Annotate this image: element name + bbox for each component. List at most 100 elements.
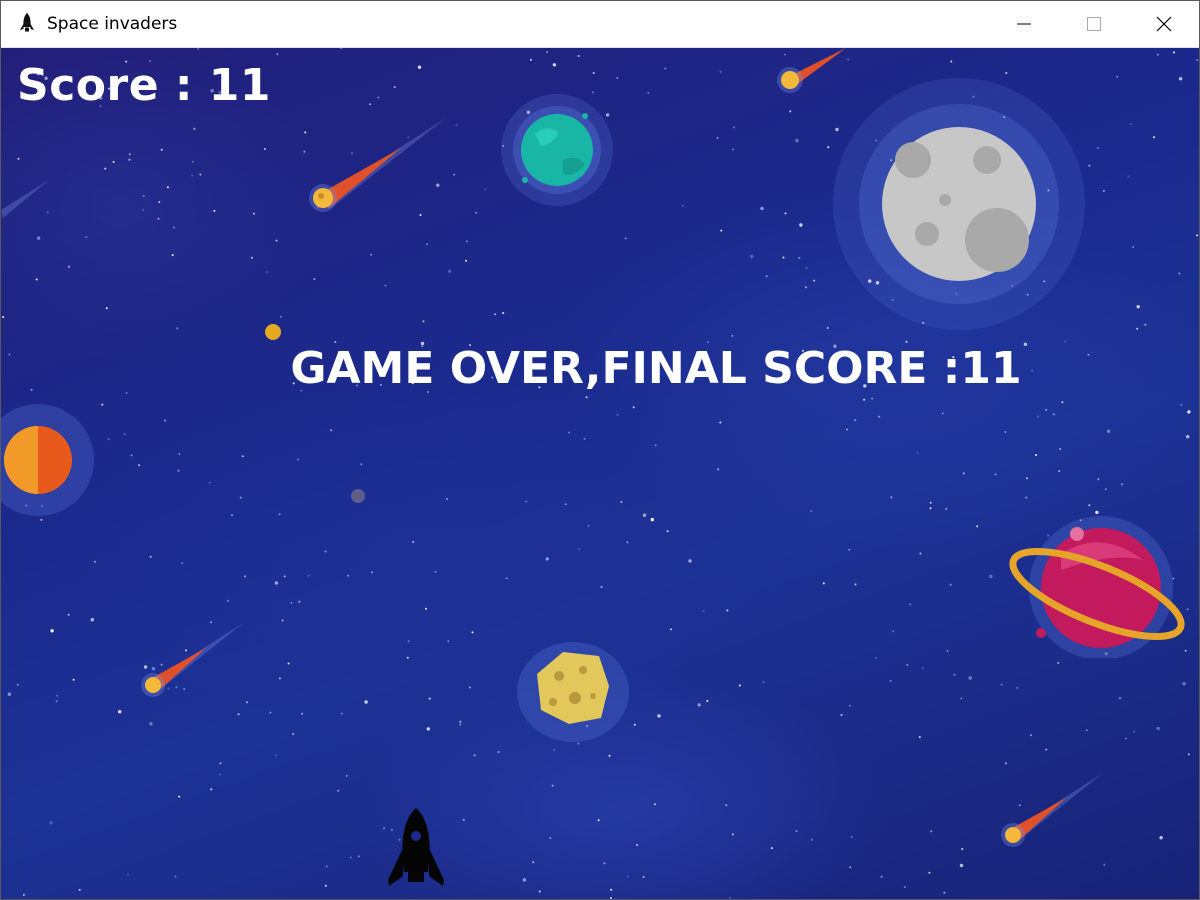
star [1196, 59, 1199, 62]
star [237, 713, 240, 716]
moon [833, 78, 1085, 330]
star [626, 875, 629, 878]
star [1127, 175, 1130, 178]
game-window: Space invaders Score: 11 GAME OVER,FINA… [0, 0, 1200, 900]
star [706, 700, 709, 702]
star [949, 583, 952, 586]
star [465, 259, 467, 262]
star [726, 609, 729, 612]
star [193, 127, 196, 130]
star [417, 65, 422, 69]
star [903, 886, 906, 889]
star [446, 498, 448, 500]
star [585, 396, 588, 399]
star [377, 96, 380, 99]
star [191, 160, 194, 163]
star [422, 320, 425, 323]
star [608, 754, 611, 757]
star [101, 403, 104, 406]
star [733, 126, 735, 129]
star [275, 754, 278, 757]
star [553, 748, 556, 751]
star [369, 103, 372, 106]
star [840, 714, 843, 717]
orange-planet [1, 404, 94, 516]
star [325, 865, 328, 868]
star [301, 712, 304, 715]
star [1026, 477, 1029, 480]
star [731, 334, 734, 337]
star [762, 681, 765, 684]
star [1045, 408, 1048, 411]
star [943, 891, 946, 894]
star [929, 501, 932, 504]
star [465, 240, 468, 243]
star [592, 72, 595, 74]
star [906, 663, 909, 666]
star [636, 844, 639, 846]
star [1035, 454, 1038, 457]
star [922, 667, 924, 670]
star [626, 541, 629, 544]
star [760, 206, 764, 211]
star [946, 650, 949, 652]
star [1186, 435, 1190, 439]
star [239, 496, 242, 499]
star [123, 433, 126, 436]
star [545, 557, 549, 561]
close-button[interactable] [1129, 1, 1199, 47]
star [597, 819, 600, 822]
star [552, 63, 557, 67]
star [7, 692, 12, 696]
star [804, 286, 807, 289]
star [276, 53, 279, 56]
star [950, 60, 953, 63]
minimize-button[interactable] [989, 1, 1059, 47]
star [347, 574, 350, 577]
rocket-ship[interactable] [386, 806, 446, 888]
game-canvas[interactable]: Score : 11 GAME OVER,FINAL SCORE :11 [1, 48, 1199, 899]
star [1004, 431, 1007, 433]
star [664, 67, 667, 70]
star [174, 875, 177, 878]
title-bar[interactable]: Space invaders [1, 1, 1199, 48]
star [104, 167, 107, 170]
star [1005, 72, 1008, 74]
star [279, 315, 282, 318]
star [810, 838, 813, 841]
star [784, 212, 787, 215]
star [494, 313, 497, 316]
star [609, 897, 612, 899]
star [35, 278, 38, 281]
asteroid [517, 642, 629, 742]
star [1156, 726, 1160, 731]
star [716, 136, 719, 139]
star [471, 631, 474, 634]
star [1088, 504, 1091, 507]
star [50, 629, 54, 633]
star [67, 613, 70, 616]
star [22, 893, 25, 896]
star [406, 656, 409, 659]
star [1136, 305, 1140, 309]
star [1061, 401, 1064, 404]
star [919, 552, 922, 555]
star [197, 48, 200, 50]
star [1025, 496, 1028, 499]
star [568, 431, 571, 434]
star [142, 195, 145, 198]
star [1136, 327, 1139, 330]
star [1178, 272, 1181, 275]
yellow-dot [265, 324, 281, 340]
star [719, 70, 722, 73]
star [56, 694, 58, 697]
star [383, 827, 385, 830]
star [960, 697, 963, 700]
star [364, 700, 368, 704]
star [822, 582, 825, 585]
star [849, 866, 852, 869]
star [36, 236, 41, 240]
star [989, 574, 993, 579]
star [916, 451, 919, 454]
maximize-button[interactable] [1059, 1, 1129, 47]
